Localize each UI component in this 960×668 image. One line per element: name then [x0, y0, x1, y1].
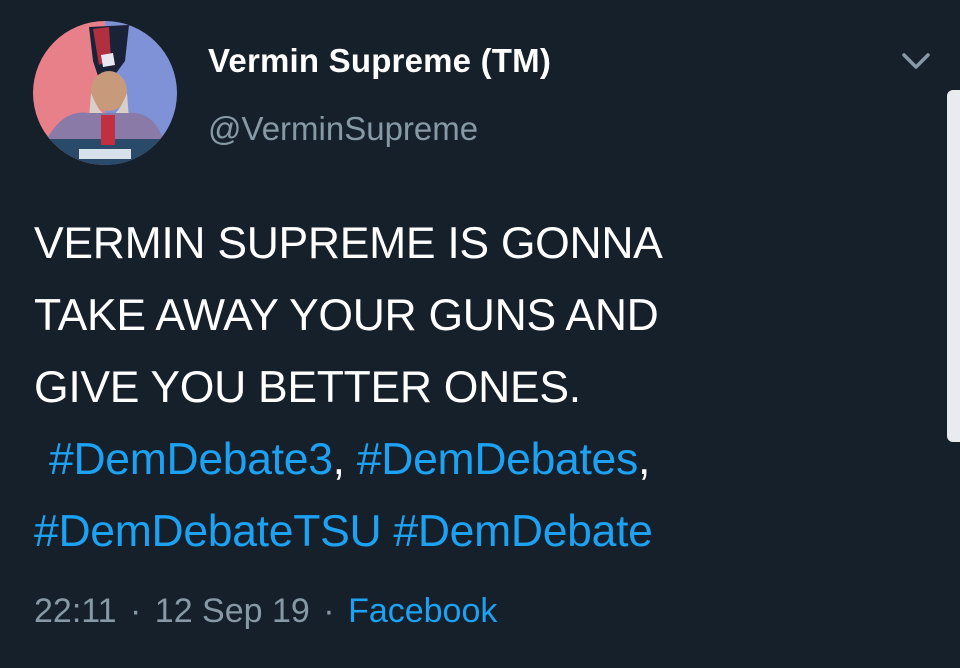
tweet-source-link[interactable]: Facebook — [348, 592, 497, 630]
display-name[interactable]: Vermin Supreme (TM) — [208, 42, 551, 80]
tweet-date: 12 Sep 19 — [154, 592, 310, 630]
tweet-text: VERMIN SUPREME IS GONNA TAKE AWAY YOUR G… — [34, 208, 914, 568]
avatar[interactable] — [33, 21, 177, 165]
tweet-text-line: TAKE AWAY YOUR GUNS AND — [34, 291, 659, 340]
scrollbar[interactable] — [947, 90, 960, 442]
hashtag-line: #DemDebateTSU #DemDebate — [34, 496, 914, 568]
hashtag-link[interactable]: #DemDebates — [357, 435, 638, 484]
avatar-image — [33, 21, 177, 165]
chevron-down-icon[interactable] — [896, 46, 936, 76]
tweet-text-line: GIVE YOU BETTER ONES. — [34, 363, 581, 412]
tweet-card: Vermin Supreme (TM) @VerminSupreme VERMI… — [0, 0, 960, 668]
hashtag-link[interactable]: #DemDebateTSU — [34, 507, 382, 556]
tweet-meta: 22:11 · 12 Sep 19 · Facebook — [34, 592, 497, 631]
user-handle[interactable]: @VerminSupreme — [208, 110, 478, 148]
hashtag-link[interactable]: #DemDebate3 — [49, 435, 333, 484]
hashtag-separator: , — [332, 435, 345, 484]
hashtag-link[interactable]: #DemDebate — [393, 507, 653, 556]
tweet-time: 22:11 — [34, 592, 117, 630]
hashtag-line: #DemDebate3, #DemDebates, — [34, 424, 914, 496]
tweet-text-line: VERMIN SUPREME IS GONNA — [34, 219, 663, 268]
meta-separator: · — [323, 592, 335, 630]
meta-separator: · — [130, 592, 142, 630]
hashtag-separator: , — [637, 435, 651, 484]
